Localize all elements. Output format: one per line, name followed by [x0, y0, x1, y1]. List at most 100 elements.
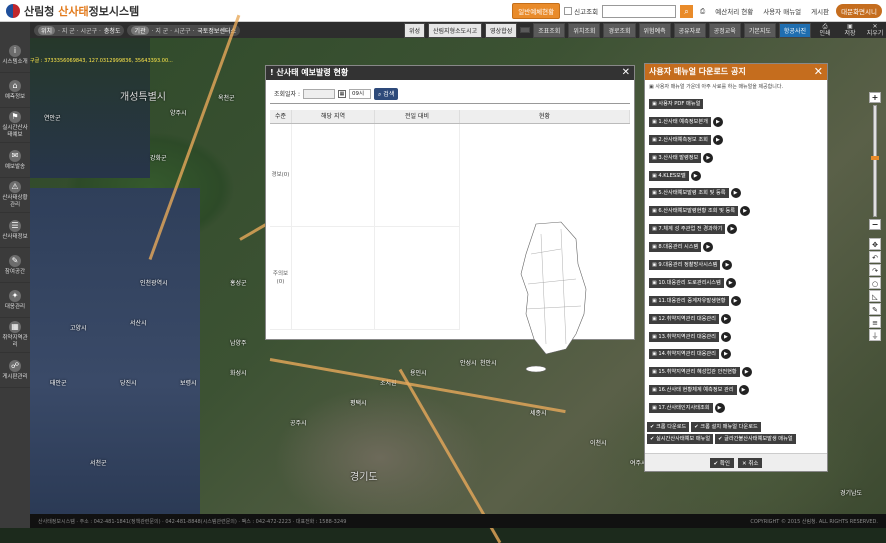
- manual-download-button[interactable]: 17.산사태인지사태조회: [649, 403, 713, 414]
- manual-download-button[interactable]: 9.대응관리 정찰방사시스템: [649, 259, 721, 270]
- play-icon[interactable]: ▶: [712, 134, 723, 145]
- footer-contact: 산사태정보시스템 · 주소 : 042-481-1841(정책관련문의) · 0…: [38, 518, 347, 525]
- other-manual-button[interactable]: 글라간불산사태예보발생 매뉴얼: [715, 434, 796, 444]
- sea-area-west: [30, 188, 200, 514]
- tb-shared-data[interactable]: 공유자료: [673, 22, 706, 38]
- tb-route-search[interactable]: 경로조회: [603, 22, 636, 38]
- location-selector[interactable]: 위치 · 지 군 · 시군구 · 충청도: [34, 24, 125, 36]
- report-inquiry-checkbox[interactable]: 신고조회: [564, 6, 598, 16]
- zoom-in-button[interactable]: +: [869, 92, 881, 103]
- play-icon[interactable]: ▶: [703, 152, 714, 163]
- play-icon[interactable]: ▶: [725, 277, 736, 288]
- sidebar-item-1[interactable]: ⌂ 예측정보: [0, 73, 30, 108]
- play-icon[interactable]: ▶: [738, 385, 749, 396]
- manual-download-button[interactable]: 5.산사태예보발령 조회 및 등록: [649, 188, 729, 199]
- tb-satellite[interactable]: 위성: [403, 22, 425, 38]
- toplink-budget[interactable]: 예산처리 현황: [712, 6, 756, 16]
- sidebar-item-7[interactable]: ✦ 대응관리: [0, 283, 30, 318]
- sidebar-item-3[interactable]: ✉ 예보발송: [0, 143, 30, 178]
- sidebar-item-4[interactable]: ⚠ 산사태상황관리: [0, 178, 30, 213]
- manual-download-button[interactable]: 사용자 PDF 매뉴얼: [649, 98, 704, 109]
- realtime-manual-button[interactable]: 실시간산사태예보 매뉴얼: [647, 434, 714, 444]
- redo-icon[interactable]: ↷: [869, 264, 881, 276]
- calendar-icon[interactable]: ▦: [338, 89, 347, 98]
- sidebar-item-8[interactable]: ▦ 취약지역관리: [0, 318, 30, 353]
- tb-image-merge[interactable]: 영상합성: [485, 22, 518, 38]
- play-icon[interactable]: ▶: [730, 188, 741, 199]
- manual-download-button[interactable]: 6.산사태예보발령현황 조회 및 등록: [649, 206, 739, 217]
- toplink-manual[interactable]: 사용자 매뉴얼: [760, 6, 804, 16]
- tb-risk-forecast[interactable]: 위험예측: [638, 22, 671, 38]
- manual-download-button[interactable]: 12.취약지역관리 대응관리: [649, 313, 719, 324]
- tb-base-map[interactable]: 기본지도: [743, 22, 776, 38]
- play-icon[interactable]: ▶: [730, 295, 741, 306]
- main-screen-button[interactable]: 대문화면시니: [836, 4, 882, 18]
- organization-selector[interactable]: 기관 · 지 군 · 시군구 · 국토정보센터스: [127, 24, 241, 36]
- circle-icon[interactable]: ○: [869, 277, 881, 289]
- manual-download-button[interactable]: 16.산사태 현황체계 예측정보 관리: [649, 385, 737, 396]
- manual-download-button[interactable]: 13.취약지역관리 대응관리: [649, 331, 719, 342]
- play-icon[interactable]: ▶: [690, 170, 701, 181]
- manual-download-button[interactable]: 7.체계 성 주관업 전 경과하기: [649, 224, 726, 235]
- move-icon[interactable]: ✥: [869, 238, 881, 250]
- map-place-label: 양주시: [170, 110, 187, 117]
- layer-icon[interactable]: ≡: [869, 316, 881, 328]
- manual-download-button[interactable]: 2.산사태예측정보 조회: [649, 134, 711, 145]
- manual-download-button[interactable]: 15.취약지역관리 혜성업관 안전현황: [649, 367, 740, 378]
- tb-location-search[interactable]: 위치조회: [568, 22, 601, 38]
- play-icon[interactable]: ▶: [722, 259, 733, 270]
- report-status-button[interactable]: 일반예체현황: [512, 3, 561, 19]
- manual-download-button[interactable]: 4.KLES모델: [649, 170, 689, 181]
- print-map-icon[interactable]: ⎙ 인쇄: [814, 23, 836, 37]
- tb-aerial-photo[interactable]: 항공사진: [778, 22, 811, 38]
- play-icon[interactable]: ▶: [741, 367, 752, 378]
- site-logo[interactable]: 산림청 산사태정보시스템: [6, 3, 139, 19]
- cancel-button[interactable]: ✕ 취소: [738, 457, 763, 468]
- manual-download-button[interactable]: 3.산사태 발령정보: [649, 152, 702, 163]
- tb-coord-search[interactable]: 조표조회: [533, 22, 566, 38]
- sidebar-item-9[interactable]: ☍ 게시판관리: [0, 353, 30, 388]
- chrome-install-manual-button[interactable]: 크롬 설치 매뉴얼 다운로드: [691, 422, 761, 432]
- play-icon[interactable]: ▶: [703, 242, 714, 253]
- tb-forest-map[interactable]: 산림지형소도시고: [427, 22, 483, 38]
- undo-icon[interactable]: ↶: [869, 251, 881, 263]
- zoom-control[interactable]: + −: [869, 92, 881, 232]
- manual-download-button[interactable]: 11.대응관리 중계자유발생현황: [649, 295, 729, 306]
- date-input[interactable]: [303, 88, 336, 99]
- play-icon[interactable]: ▶: [720, 313, 731, 324]
- play-icon[interactable]: ▶: [720, 331, 731, 342]
- save-map-icon[interactable]: ▣ 저장: [839, 23, 861, 37]
- search-button[interactable]: ⌕ 검색: [374, 87, 399, 100]
- measure-icon[interactable]: ⏚: [869, 329, 881, 341]
- zoom-out-button[interactable]: −: [869, 219, 881, 230]
- sidebar-item-2[interactable]: ⚑ 실시간산사태예보: [0, 108, 30, 143]
- zoom-slider[interactable]: [871, 105, 879, 217]
- play-icon[interactable]: ▶: [714, 403, 725, 414]
- zoom-slider-thumb[interactable]: [871, 156, 879, 160]
- erase-map-icon[interactable]: ✕ 지우기: [864, 23, 886, 37]
- manual-download-button[interactable]: 8.대응관리 시스템: [649, 242, 702, 253]
- manual-download-button[interactable]: 10.대응관리 도로관리시스템: [649, 277, 724, 288]
- search-icon[interactable]: ⌕: [680, 4, 694, 18]
- play-icon[interactable]: ▶: [720, 349, 731, 360]
- sidebar-item-5[interactable]: ☰ 산사태정보: [0, 213, 30, 248]
- play-icon[interactable]: ▶: [712, 116, 723, 127]
- sidebar-item-0[interactable]: i 시스템소개: [0, 38, 30, 73]
- map-place-label: 개성특별시: [120, 92, 166, 103]
- search-input[interactable]: [602, 4, 677, 18]
- close-icon[interactable]: ✕: [622, 66, 630, 80]
- play-icon[interactable]: ▶: [740, 206, 751, 217]
- print-icon[interactable]: ⎙: [697, 7, 708, 16]
- pen-icon[interactable]: ✎: [869, 303, 881, 315]
- manual-download-button[interactable]: 14.취약지역관리 대응관리: [649, 349, 719, 360]
- hour-select[interactable]: 09시: [349, 88, 372, 99]
- sidebar-item-6[interactable]: ✎ 참여공간: [0, 248, 30, 283]
- confirm-button[interactable]: ✔ 확인: [709, 457, 734, 468]
- area-icon[interactable]: ◺: [869, 290, 881, 302]
- close-icon[interactable]: ✕: [814, 64, 823, 80]
- play-icon[interactable]: ▶: [727, 224, 738, 235]
- manual-download-button[interactable]: 1.산사태 예측정보본개: [649, 116, 711, 127]
- tb-education[interactable]: 공정교육: [708, 22, 741, 38]
- toplink-board[interactable]: 게시판: [808, 6, 832, 16]
- chrome-download-button[interactable]: 크롬 다운로드: [647, 422, 690, 432]
